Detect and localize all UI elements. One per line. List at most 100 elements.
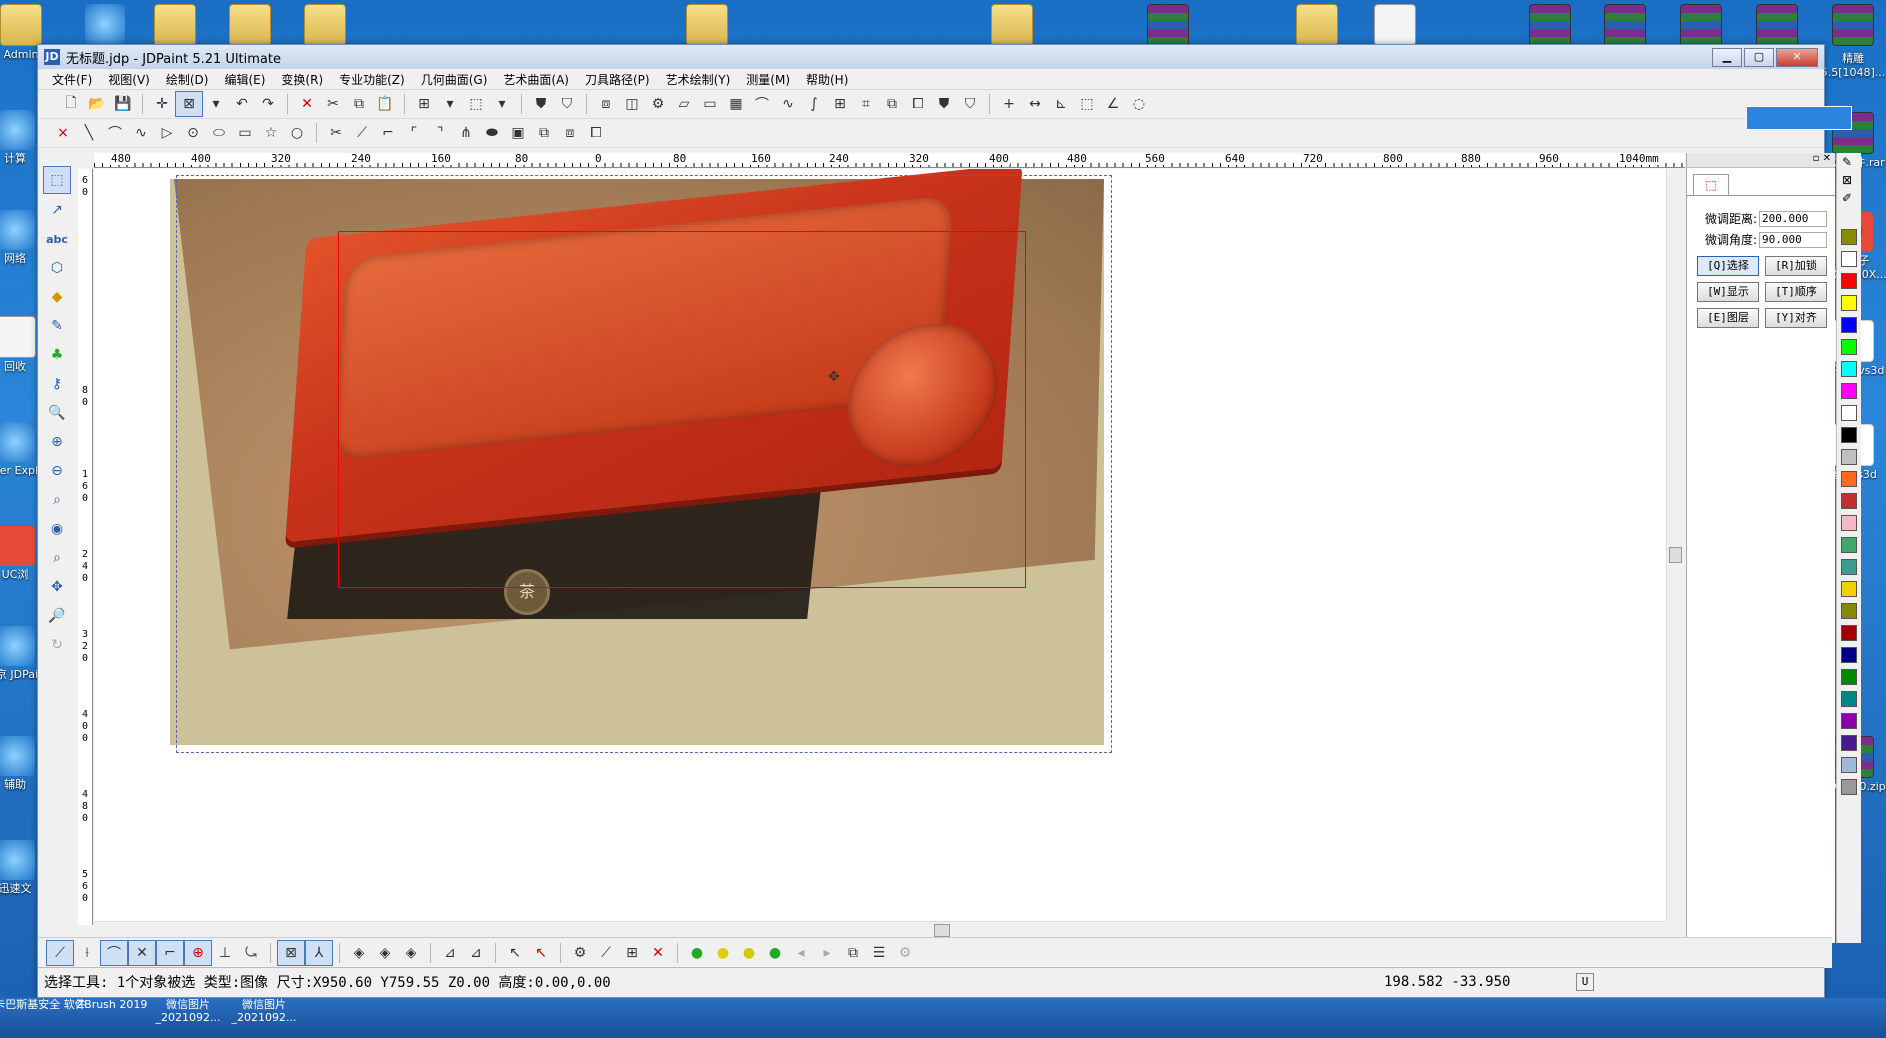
chamfer-icon[interactable]: ⌜ [401, 121, 427, 145]
zoom-window-icon[interactable]: 🔍 [44, 400, 70, 426]
horizontal-scrollbar[interactable] [94, 921, 1666, 938]
menu-edit[interactable]: 编辑(E) [216, 71, 273, 88]
pen-icon[interactable]: ✎ [1842, 155, 1852, 169]
color-swatch-16[interactable] [1841, 581, 1857, 597]
close-button[interactable]: ✕ [1776, 47, 1818, 67]
arrow-right-icon[interactable]: ▸ [814, 941, 840, 965]
maximize-button[interactable]: ▢ [1744, 47, 1774, 67]
snap-line-icon[interactable]: ⟋ [46, 940, 74, 966]
open-file-icon[interactable]: 📂 [84, 92, 110, 116]
display-button[interactable]: [W]显示 [1697, 282, 1759, 302]
cancel-icon[interactable]: ✕ [645, 941, 671, 965]
taskbar-item-wechat-1[interactable]: 微信图片 _2021092... [148, 998, 228, 1024]
menu-art-draw[interactable]: 艺术绘制(Y) [658, 71, 739, 88]
dropdown-icon[interactable]: ▾ [203, 92, 229, 116]
grid-icon[interactable]: ⊞ [411, 92, 437, 116]
color-swatch-3[interactable] [1841, 295, 1857, 311]
diamond-3-icon[interactable]: ◈ [398, 941, 424, 965]
diamond-icon[interactable]: ◈ [346, 941, 372, 965]
color-swatch-11[interactable] [1841, 471, 1857, 487]
snap-arc-icon[interactable]: ⌒ [100, 940, 128, 966]
desktop-icon-folder-5[interactable] [977, 4, 1047, 48]
taskbar-item-wechat-2[interactable]: 微信图片 _2021092... [224, 998, 304, 1024]
menu-transform[interactable]: 变换(R) [273, 71, 331, 88]
shield-icon[interactable]: ⛊ [528, 92, 554, 116]
box-dimension-icon[interactable]: ⬚ [1074, 92, 1100, 116]
node-grid-icon[interactable]: ⌗ [853, 92, 879, 116]
tree-icon[interactable]: ♣ [44, 342, 70, 368]
color-swatch-22[interactable] [1841, 713, 1857, 729]
snap-grid-icon[interactable]: ⊠ [277, 940, 305, 966]
gear-shape-icon[interactable]: ⚙ [645, 92, 671, 116]
snap-tangent-icon[interactable]: ⌐ [156, 940, 184, 966]
light-multi-icon[interactable]: ● [762, 941, 788, 965]
color-swatch-5[interactable] [1841, 339, 1857, 355]
save-icon[interactable]: 💾 [110, 92, 136, 116]
select-tool-icon[interactable]: ⬚ [43, 166, 71, 194]
eye-icon[interactable]: ◉ [44, 516, 70, 542]
desktop-icon-rar-1[interactable] [1133, 4, 1203, 48]
settings-icon[interactable]: ⚙ [892, 941, 918, 965]
delete-icon[interactable]: ✕ [294, 92, 320, 116]
diamond-2-icon[interactable]: ◈ [372, 941, 398, 965]
shield-fill-icon[interactable]: ⛉ [554, 92, 580, 116]
menu-geometry-surface[interactable]: 几何曲面(G) [413, 71, 496, 88]
cursor-delete-icon[interactable]: ↖ [528, 941, 554, 965]
desktop-icon-rar-2[interactable] [1515, 4, 1585, 48]
light-mixed-icon[interactable]: ● [736, 941, 762, 965]
align-button[interactable]: [Y]对齐 [1765, 308, 1827, 328]
align-icon[interactable]: ◫ [619, 92, 645, 116]
menu-draw[interactable]: 绘制(D) [158, 71, 217, 88]
color-swatch-8[interactable] [1841, 405, 1857, 421]
eraser-icon[interactable]: ✎ [44, 313, 70, 339]
pan-icon[interactable]: ✥ [44, 574, 70, 600]
desktop-icon-jingdiao[interactable]: 精雕 5.5[1048]... [1818, 52, 1886, 80]
rotate-view-icon[interactable]: ↻ [44, 632, 70, 658]
wave-icon[interactable]: ∿ [775, 92, 801, 116]
color-swatch-1[interactable] [1841, 251, 1857, 267]
measure-icon[interactable]: ↔ [1022, 92, 1048, 116]
paste-icon[interactable]: 📋 [372, 92, 398, 116]
pipette-icon[interactable]: ✐ [1842, 191, 1852, 205]
cursor-icon[interactable]: ↖ [502, 941, 528, 965]
horizontal-scroll-thumb[interactable] [934, 924, 950, 937]
zoom-in-icon[interactable]: ⊕ [44, 429, 70, 455]
array-icon[interactable]: ▦ [723, 92, 749, 116]
join-icon[interactable]: ⧠ [583, 121, 609, 145]
snap-nearest-icon[interactable]: ⤿ [238, 941, 264, 965]
light-green-icon[interactable]: ● [684, 941, 710, 965]
copy-layer-icon[interactable]: ⧉ [840, 941, 866, 965]
ellipse-icon[interactable]: ⬭ [206, 121, 232, 145]
trim-icon[interactable]: ✂ [323, 121, 349, 145]
taskbar-item-zbrush[interactable]: ZBrush 2019 [72, 998, 152, 1011]
color-swatch-14[interactable] [1841, 537, 1857, 553]
desktop-icon-rar-4[interactable] [1666, 4, 1736, 48]
snap-perpendicular-icon[interactable]: ⊥ [212, 941, 238, 965]
copy-icon[interactable]: ⧉ [346, 92, 372, 116]
desktop-icon-folder-1[interactable] [140, 4, 210, 48]
light-yellow-icon[interactable]: ● [710, 941, 736, 965]
desktop-icon-app[interactable] [70, 4, 140, 46]
line-icon[interactable]: ╲ [76, 121, 102, 145]
circle-icon[interactable]: ○ [284, 121, 310, 145]
view-dropdown-icon[interactable]: ▾ [489, 92, 515, 116]
star-icon[interactable]: ☆ [258, 121, 284, 145]
menu-art-surface[interactable]: 艺术曲面(A) [495, 71, 577, 88]
snap-axis-icon[interactable]: ⅄ [305, 940, 333, 966]
color-swatch-15[interactable] [1841, 559, 1857, 575]
order-button[interactable]: [T]顺序 [1765, 282, 1827, 302]
menu-toolpath[interactable]: 刀具路径(P) [577, 71, 658, 88]
color-swatch-19[interactable] [1841, 647, 1857, 663]
desktop-icon-doc[interactable] [1360, 4, 1430, 48]
snap-intersect-icon[interactable]: ✕ [128, 940, 156, 966]
snap-center-icon[interactable]: ⊕ [184, 940, 212, 966]
triangle-icon[interactable]: ▷ [154, 121, 180, 145]
text-tool-icon[interactable]: abc [44, 226, 70, 252]
arrow-left-icon[interactable]: ◂ [788, 941, 814, 965]
color-swatch-12[interactable] [1841, 493, 1857, 509]
explode-icon[interactable]: ⧈ [557, 121, 583, 145]
floating-widget[interactable] [1746, 106, 1852, 130]
new-file-icon[interactable]: 🗋 [58, 92, 84, 116]
color-swatch-13[interactable] [1841, 515, 1857, 531]
color-swatch-17[interactable] [1841, 603, 1857, 619]
